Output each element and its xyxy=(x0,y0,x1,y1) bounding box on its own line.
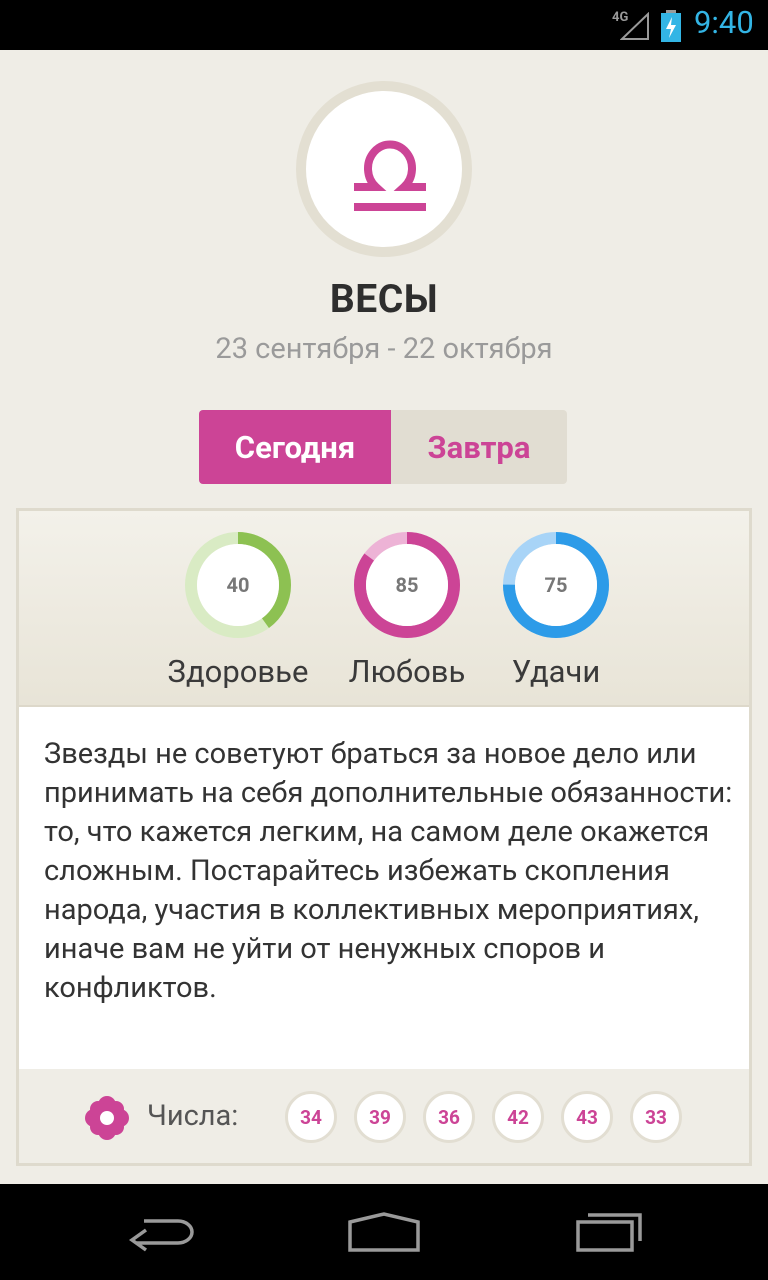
back-icon[interactable] xyxy=(124,1204,196,1260)
forecast-text: Звезды не советуют браться за новое дело… xyxy=(44,737,733,1005)
lucky-numbers: Числа: 34 39 36 42 43 33 xyxy=(19,1069,749,1163)
day-tabs: Сегодня Завтра xyxy=(199,410,567,484)
stats-panel: 40 Здоровье 85 Любовь 75 Удачи xyxy=(19,511,749,707)
lucky-number: 42 xyxy=(492,1091,544,1143)
lucky-number: 43 xyxy=(561,1091,613,1143)
love-ring: 85 xyxy=(353,531,461,639)
nav-bar xyxy=(0,1184,768,1280)
health-label: Здоровье xyxy=(167,653,309,690)
lucky-number: 39 xyxy=(354,1091,406,1143)
clock: 9:40 xyxy=(694,4,754,41)
lucky-number: 36 xyxy=(423,1091,475,1143)
stat-love: 85 Любовь xyxy=(327,531,487,690)
lucky-number: 34 xyxy=(285,1091,337,1143)
stat-luck: 75 Удачи xyxy=(476,531,636,690)
sign-name: ВЕСЫ xyxy=(329,276,439,322)
home-icon[interactable] xyxy=(346,1204,422,1260)
signal-icon xyxy=(620,12,649,40)
stat-health: 40 Здоровье xyxy=(158,531,318,690)
forecast-panel: Звезды не советуют браться за новое дело… xyxy=(19,707,749,1069)
love-value: 85 xyxy=(395,573,419,597)
status-bar: 4G 9:40 xyxy=(0,0,768,50)
health-ring: 40 xyxy=(184,531,292,639)
luck-value: 75 xyxy=(544,573,568,597)
libra-icon xyxy=(354,140,426,211)
lucky-number: 33 xyxy=(630,1091,682,1143)
sign-dates: 23 сентября - 22 октября xyxy=(215,332,553,366)
tab-today[interactable]: Сегодня xyxy=(199,410,391,484)
luck-label: Удачи xyxy=(511,653,601,690)
horoscope-card: 40 Здоровье 85 Любовь 75 Удачи Звезды не… xyxy=(16,508,752,1166)
battery-icon xyxy=(661,10,681,42)
love-label: Любовь xyxy=(348,653,466,690)
numbers-label: Числа: xyxy=(147,1099,239,1133)
recents-icon[interactable] xyxy=(574,1204,646,1260)
health-value: 40 xyxy=(226,573,250,597)
tab-tomorrow[interactable]: Завтра xyxy=(391,410,567,484)
flower-icon xyxy=(85,1096,129,1140)
luck-ring: 75 xyxy=(502,531,610,639)
sign-avatar xyxy=(296,81,472,257)
